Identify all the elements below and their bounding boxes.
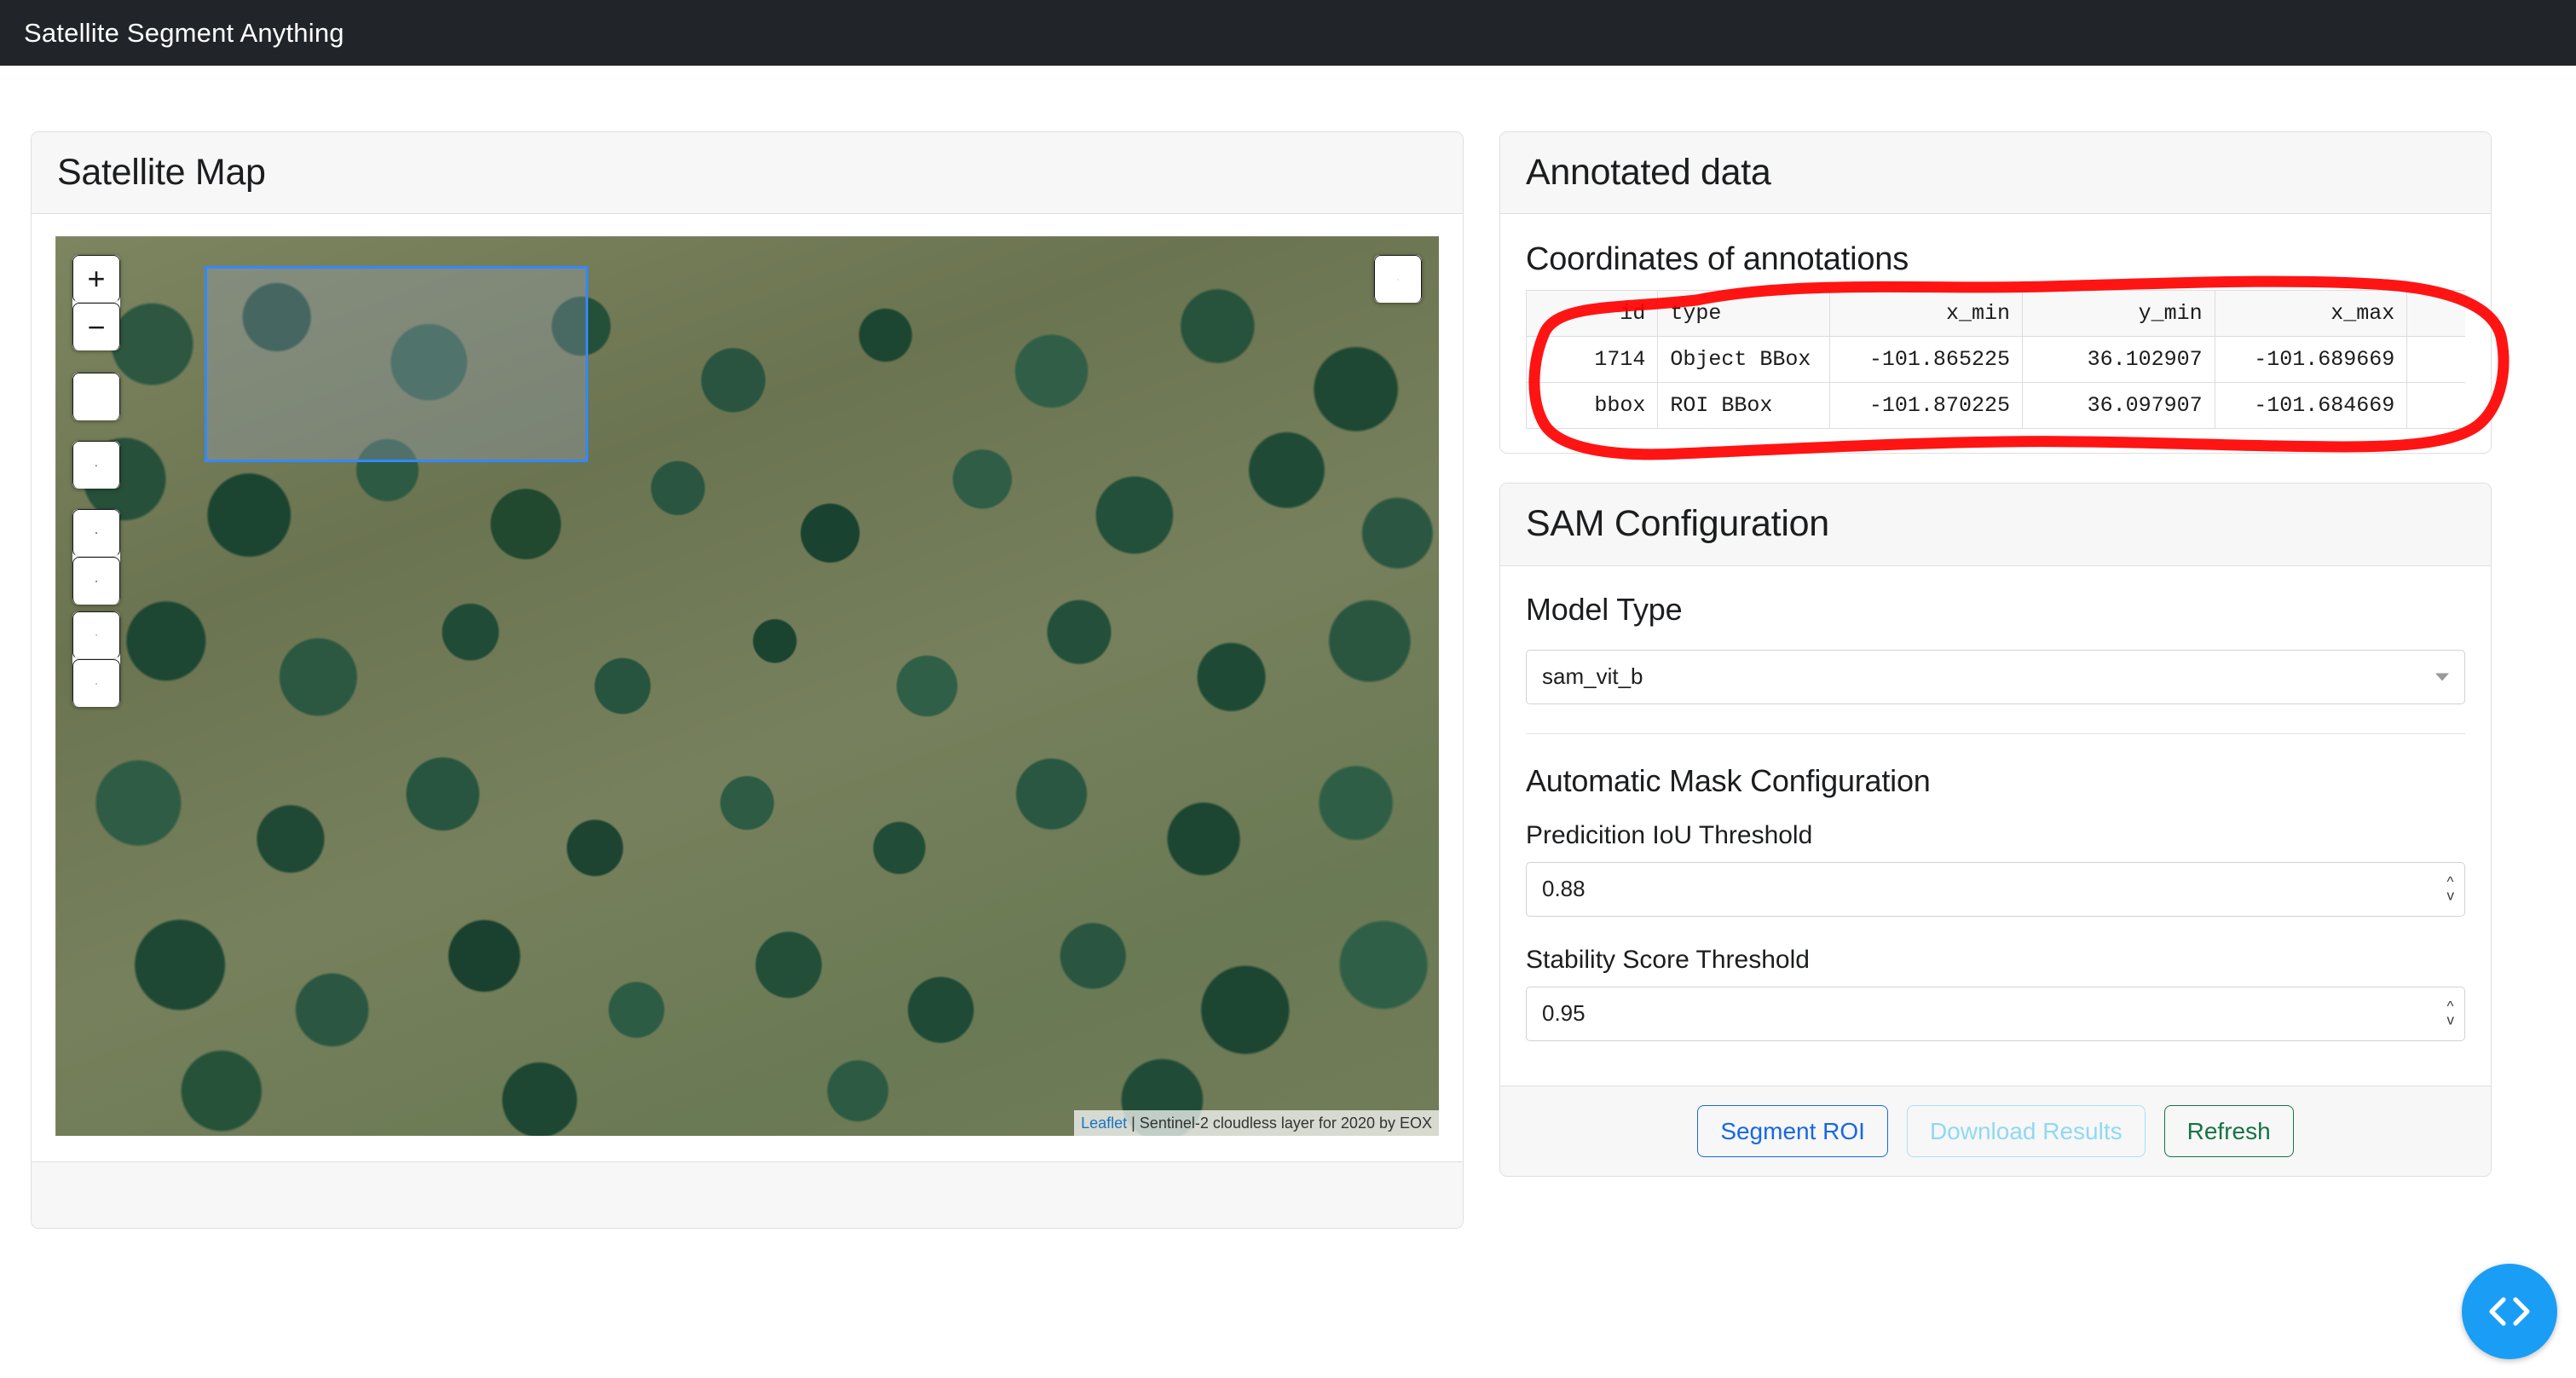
cell-x-max: -101.689669 xyxy=(2215,337,2407,383)
code-fab-button[interactable] xyxy=(2462,1264,2557,1359)
iou-threshold-input[interactable]: 0.88 ^v xyxy=(1526,862,2465,917)
cell-y-max: 36.178291 xyxy=(2407,383,2465,429)
leaflet-link[interactable]: Leaflet xyxy=(1081,1115,1127,1132)
zoom-in-icon[interactable]: + xyxy=(72,255,120,303)
leaflet-map[interactable]: + − xyxy=(55,236,1439,1136)
map-attribution: Leaflet | Sentinel-2 cloudless layer for… xyxy=(1074,1110,1439,1136)
download-results-button: Download Results xyxy=(1907,1105,2146,1158)
section-divider xyxy=(1526,733,2465,734)
model-type-label: Model Type xyxy=(1526,592,2465,628)
layers-icon[interactable] xyxy=(1374,255,1422,303)
cell-y-min: 36.102907 xyxy=(2022,337,2215,383)
top-navbar: Satellite Segment Anything xyxy=(0,0,2576,66)
refresh-button[interactable]: Refresh xyxy=(2164,1105,2294,1158)
zoom-out-label: − xyxy=(87,312,105,343)
cell-id: bbox xyxy=(1527,383,1658,429)
cell-type: ROI BBox xyxy=(1658,383,1830,429)
satellite-map-body: + − xyxy=(32,214,1463,1161)
marker-icon[interactable] xyxy=(72,557,120,605)
model-type-value: sam_vit_b xyxy=(1542,663,1643,690)
cell-type: Object BBox xyxy=(1658,337,1830,383)
iou-threshold-label: Predicition IoU Threshold xyxy=(1526,821,2465,850)
col-y-min: y_min xyxy=(2022,291,2215,337)
edit-control xyxy=(72,611,120,707)
coordinates-subtitle: Coordinates of annotations xyxy=(1526,241,2465,278)
model-type-select[interactable]: sam_vit_b xyxy=(1526,650,2465,704)
stability-stepper-icon[interactable]: ^v xyxy=(2447,1000,2455,1027)
satellite-map-footer xyxy=(32,1161,1463,1228)
segment-roi-button[interactable]: Segment ROI xyxy=(1697,1105,1888,1158)
trash-icon[interactable] xyxy=(72,659,120,707)
iou-stepper-icon[interactable]: ^v xyxy=(2447,876,2455,902)
cell-y-min: 36.097907 xyxy=(2022,383,2215,429)
table-row[interactable]: 1714 Object BBox -101.865225 36.102907 -… xyxy=(1527,337,2466,383)
page-content: Satellite Map + − xyxy=(0,66,2576,1229)
coordinates-table: id type x_min y_min x_max y_max xyxy=(1526,290,2465,429)
cell-x-min: -101.870225 xyxy=(1830,383,2023,429)
roi-rectangle[interactable] xyxy=(205,266,588,462)
zoom-in-label: + xyxy=(87,263,105,294)
stability-threshold-label: Stability Score Threshold xyxy=(1526,946,2465,975)
satellite-map-card: Satellite Map + − xyxy=(31,131,1464,1229)
table-header-row: id type x_min y_min x_max y_max xyxy=(1527,291,2466,337)
col-y-max: y_max xyxy=(2407,291,2465,337)
col-type: type xyxy=(1658,291,1830,337)
rectangle-icon[interactable] xyxy=(72,509,120,557)
blank-icon[interactable] xyxy=(72,373,120,420)
ruler-icon[interactable] xyxy=(72,441,120,489)
chevron-down-icon xyxy=(2435,673,2449,680)
stability-threshold-input[interactable]: 0.95 ^v xyxy=(1526,987,2465,1041)
zoom-control: + − xyxy=(72,255,120,350)
annotated-data-header: Annotated data xyxy=(1500,132,2491,214)
layers-control[interactable] xyxy=(1374,255,1422,303)
measure-control[interactable] xyxy=(72,441,120,489)
edit-icon[interactable] xyxy=(72,611,120,659)
iou-threshold-value: 0.88 xyxy=(1542,876,1585,902)
cell-x-max: -101.684669 xyxy=(2215,383,2407,429)
mask-config-title: Automatic Mask Configuration xyxy=(1526,763,2465,799)
satellite-map-title: Satellite Map xyxy=(57,153,1437,192)
app-root: Satellite Segment Anything Satellite Map xyxy=(0,0,2576,1378)
coordinates-table-scroll[interactable]: id type x_min y_min x_max y_max xyxy=(1526,290,2465,429)
col-x-max: x_max xyxy=(2215,291,2407,337)
left-column: Satellite Map + − xyxy=(31,131,1464,1229)
stability-threshold-value: 0.95 xyxy=(1542,1000,1585,1027)
satellite-map-header: Satellite Map xyxy=(32,132,1463,214)
action-button-row: Segment ROI Download Results Refresh xyxy=(1526,1105,2465,1158)
sam-configuration-header: SAM Configuration xyxy=(1500,483,2491,565)
table-row[interactable]: bbox ROI BBox -101.870225 36.097907 -101… xyxy=(1527,383,2466,429)
draw-control xyxy=(72,509,120,605)
cell-id: 1714 xyxy=(1527,337,1658,383)
col-id: id xyxy=(1527,291,1658,337)
annotated-data-body: Coordinates of annotations id type x_min… xyxy=(1500,214,2491,453)
cell-x-min: -101.865225 xyxy=(1830,337,2023,383)
annotated-data-title: Annotated data xyxy=(1526,153,2465,192)
blank-control[interactable] xyxy=(72,373,120,420)
cell-y-max: 36.173291 xyxy=(2407,337,2465,383)
app-title: Satellite Segment Anything xyxy=(24,18,344,49)
annotated-data-card: Annotated data Coordinates of annotation… xyxy=(1499,131,2492,454)
sam-configuration-card: SAM Configuration Model Type sam_vit_b A… xyxy=(1499,483,2492,1177)
code-brackets-icon xyxy=(2485,1293,2534,1330)
sam-configuration-body: Model Type sam_vit_b Automatic Mask Conf… xyxy=(1500,566,2491,1086)
right-column: Annotated data Coordinates of annotation… xyxy=(1499,131,2492,1177)
attribution-text: | Sentinel-2 cloudless layer for 2020 by… xyxy=(1131,1115,1432,1132)
sam-configuration-title: SAM Configuration xyxy=(1526,504,2465,543)
zoom-out-icon[interactable]: − xyxy=(72,303,120,350)
col-x-min: x_min xyxy=(1830,291,2023,337)
sam-configuration-footer: Segment ROI Download Results Refresh xyxy=(1500,1086,2491,1177)
